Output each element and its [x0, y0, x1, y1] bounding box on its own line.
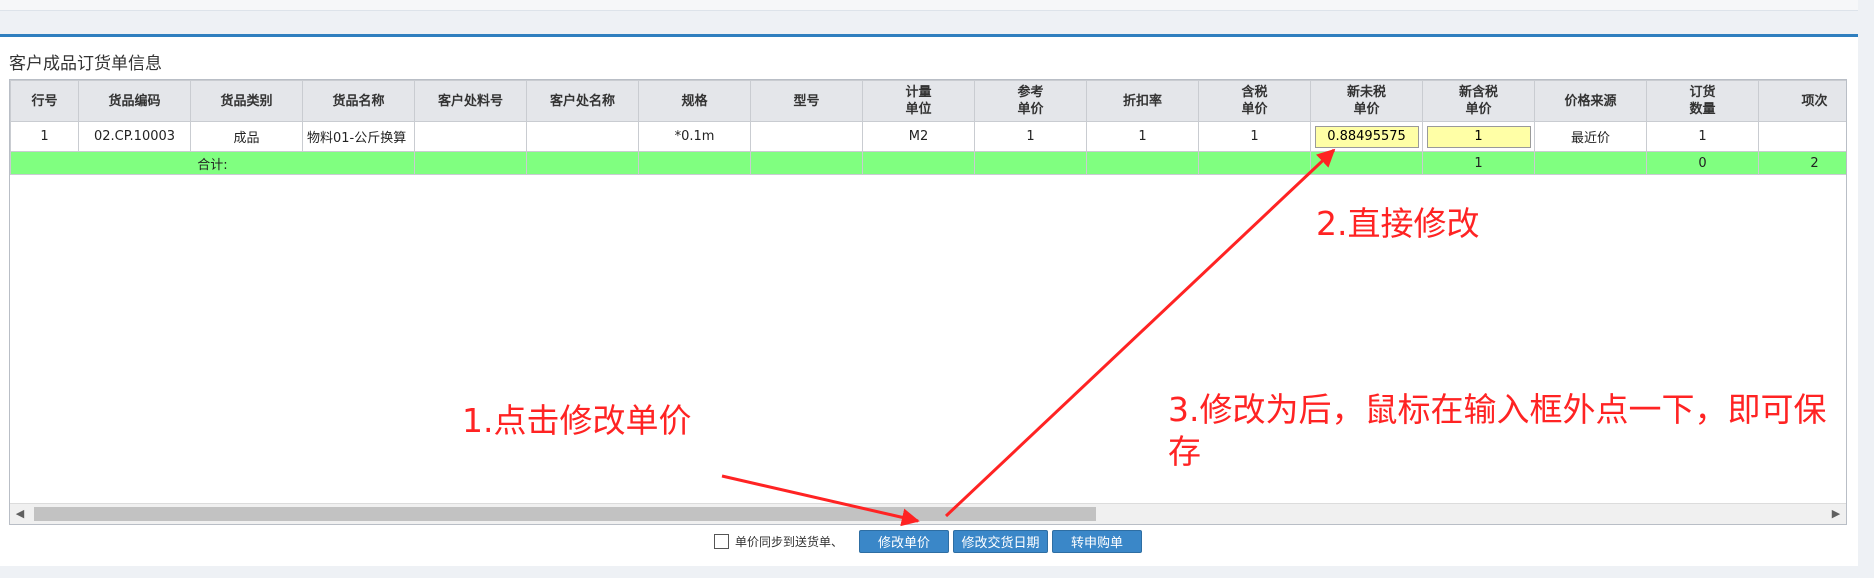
- annotation-step3: 3.修改为后，鼠标在输入框外点一下，即可保存: [1168, 390, 1827, 471]
- panel-title: 客户成品订货单信息: [9, 54, 162, 74]
- total-row: 合计: 1 0 2: [10, 151, 1846, 175]
- sync-price-label: 单价同步到送货单、: [735, 534, 844, 549]
- col-header[interactable]: 折扣率: [1086, 80, 1199, 122]
- edit-delivery-date-button[interactable]: 修改交货日期: [953, 529, 1049, 553]
- col-header[interactable]: 参考 单价: [974, 80, 1087, 122]
- cell-code[interactable]: 02.CP.10003: [78, 121, 191, 152]
- header-row: 行号 货品编码 货品类别 货品名称 客户处料号 客户处名称 规格 型号 计量 单…: [10, 80, 1846, 122]
- total-label: 合计:: [10, 151, 415, 175]
- horizontal-scrollbar[interactable]: ◀ ▶: [10, 503, 1846, 524]
- col-header[interactable]: 行号: [10, 80, 79, 122]
- total-cell: [974, 151, 1087, 175]
- col-header[interactable]: 型号: [750, 80, 863, 122]
- total-cell: [1198, 151, 1311, 175]
- cell-model[interactable]: [750, 121, 863, 152]
- col-header[interactable]: 含税 单价: [1198, 80, 1311, 122]
- sync-price-checkbox[interactable]: [714, 533, 729, 549]
- col-header[interactable]: 价格来源: [1534, 80, 1647, 122]
- col-header[interactable]: 计量 单位: [862, 80, 975, 122]
- scroll-right-icon[interactable]: ▶: [1826, 504, 1846, 524]
- annotation-step2: 2.直接修改: [1316, 204, 1480, 243]
- total-cell: [750, 151, 863, 175]
- col-header[interactable]: 新含税 单价: [1422, 80, 1535, 122]
- cell-line-no[interactable]: 1: [10, 121, 79, 152]
- scrollbar-thumb[interactable]: [34, 507, 1096, 521]
- cell-discount[interactable]: 1: [1086, 121, 1199, 152]
- cell-ref-price[interactable]: 1: [974, 121, 1087, 152]
- table-row[interactable]: 1 02.CP.10003 成品 物料01-公斤换算 *0.1m M2 1 1 …: [10, 121, 1846, 152]
- col-header[interactable]: 货品类别: [190, 80, 303, 122]
- total-cell: [638, 151, 751, 175]
- annotation-step1: 1.点击修改单价: [462, 401, 692, 440]
- col-header[interactable]: 新未税 单价: [1310, 80, 1423, 122]
- total-item-no: 2: [1758, 151, 1846, 175]
- cell-quantity[interactable]: 1: [1646, 121, 1759, 152]
- cell-unit[interactable]: M2: [862, 121, 975, 152]
- total-cell: [1534, 151, 1647, 175]
- transfer-requisition-button[interactable]: 转申购单: [1052, 529, 1143, 553]
- total-new-taxed-price: 1: [1422, 151, 1535, 175]
- cell-price-source[interactable]: 最近价: [1534, 121, 1647, 152]
- total-cell: [414, 151, 527, 175]
- new-untaxed-price-input[interactable]: [1314, 125, 1419, 148]
- top-strip: [0, 0, 1858, 11]
- col-header[interactable]: 客户处名称: [526, 80, 639, 122]
- col-header[interactable]: 货品编码: [78, 80, 191, 122]
- total-cell: [526, 151, 639, 175]
- cell-customer-part-no[interactable]: [414, 121, 527, 152]
- cell-name[interactable]: 物料01-公斤换算: [302, 121, 415, 152]
- edit-price-button[interactable]: 修改单价: [859, 529, 950, 553]
- cell-tax-price[interactable]: 1: [1198, 121, 1311, 152]
- cell-category[interactable]: 成品: [190, 121, 303, 152]
- col-header[interactable]: 客户处料号: [414, 80, 527, 122]
- col-header[interactable]: 订货 数量: [1646, 80, 1759, 122]
- bottom-toolbar: 单价同步到送货单、 修改单价 修改交货日期 转申购单: [714, 529, 1143, 553]
- total-cell: [1086, 151, 1199, 175]
- col-header[interactable]: 货品名称: [302, 80, 415, 122]
- cell-new-taxed-price: [1422, 121, 1535, 152]
- order-table: 行号 货品编码 货品类别 货品名称 客户处料号 客户处名称 规格 型号 计量 单…: [10, 80, 1846, 175]
- cell-customer-part-name[interactable]: [526, 121, 639, 152]
- total-cell: [862, 151, 975, 175]
- cell-item-no[interactable]: [1758, 121, 1846, 152]
- total-cell: [1310, 151, 1423, 175]
- cell-spec[interactable]: *0.1m: [638, 121, 751, 152]
- cell-new-untaxed-price: [1310, 121, 1423, 152]
- col-header[interactable]: 项次: [1758, 80, 1846, 122]
- scroll-left-icon[interactable]: ◀: [10, 504, 30, 524]
- col-header[interactable]: 规格: [638, 80, 751, 122]
- total-quantity: 0: [1646, 151, 1759, 175]
- new-taxed-price-input[interactable]: [1426, 125, 1531, 148]
- order-info-panel: 客户成品订货单信息 行号 货品编码 货品类别 货品名称 客户处料号 客户处名称 …: [0, 34, 1858, 566]
